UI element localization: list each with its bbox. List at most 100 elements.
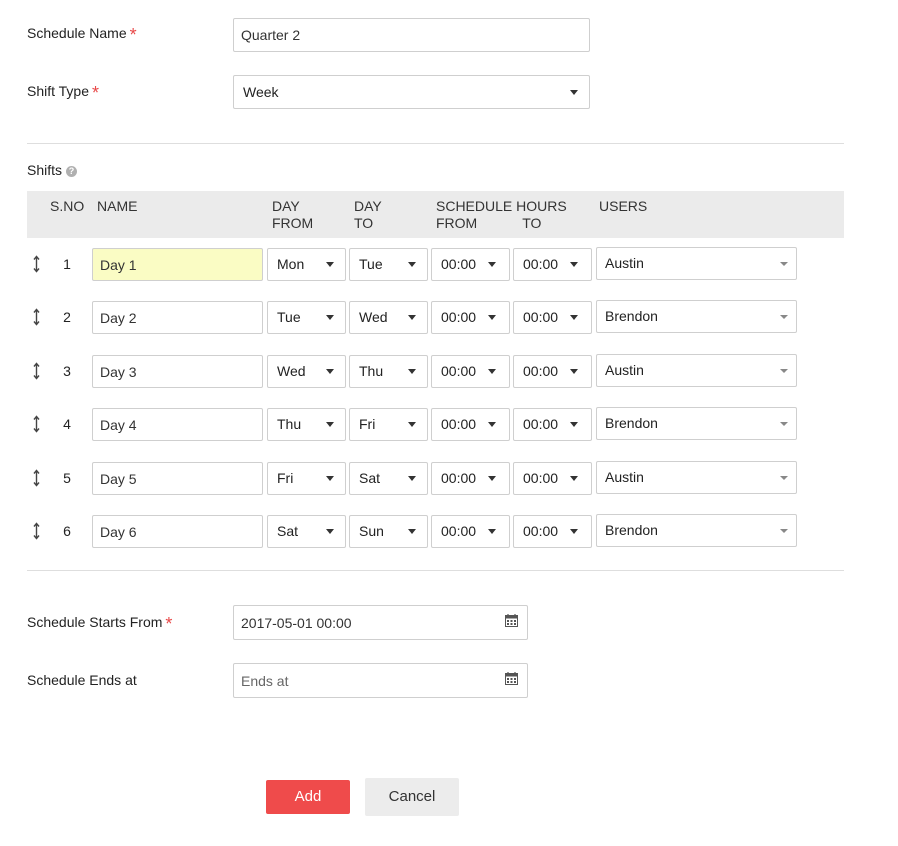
header-day-to: DAY TO xyxy=(354,198,382,232)
drag-handle-icon[interactable] xyxy=(32,469,41,487)
schedule-ends-label: Schedule Ends at xyxy=(27,672,137,688)
time-to-select[interactable]: 00:00 xyxy=(513,408,592,441)
day-to-value: Sun xyxy=(359,523,384,539)
schedule-starts-input[interactable] xyxy=(233,605,528,640)
divider xyxy=(27,570,844,571)
shift-name-input[interactable] xyxy=(92,355,263,388)
day-from-select[interactable]: Thu xyxy=(267,408,346,441)
drag-handle-icon[interactable] xyxy=(32,362,41,380)
day-to-value: Fri xyxy=(359,416,376,432)
chevron-down-icon xyxy=(488,529,496,534)
users-select[interactable]: Brendon xyxy=(596,514,797,547)
header-schedule-hours-line1: SCHEDULE HOURS xyxy=(436,198,567,214)
required-mark: * xyxy=(165,614,173,634)
schedule-name-input[interactable] xyxy=(233,18,590,52)
user-value: Austin xyxy=(605,255,644,271)
day-to-select[interactable]: Sat xyxy=(349,462,428,495)
chevron-down-icon xyxy=(780,476,788,480)
shift-name-input[interactable] xyxy=(92,515,263,548)
schedule-ends-input[interactable] xyxy=(233,663,528,698)
day-from-select[interactable]: Sat xyxy=(267,515,346,548)
chevron-down-icon xyxy=(408,529,416,534)
table-row: 6 Sat Sun 00:00 00:00 Brendon xyxy=(0,514,898,548)
users-select[interactable]: Austin xyxy=(596,354,797,387)
drag-handle-icon[interactable] xyxy=(32,522,41,540)
day-from-select[interactable]: Tue xyxy=(267,301,346,334)
table-row: 2 Tue Wed 00:00 00:00 Brendon xyxy=(0,300,898,334)
drag-handle-icon[interactable] xyxy=(32,255,41,273)
shifts-title-text: Shifts xyxy=(27,162,63,178)
chevron-down-icon xyxy=(326,529,334,534)
header-day-from: DAY FROM xyxy=(272,198,313,232)
time-from-select[interactable]: 00:00 xyxy=(431,462,510,495)
header-day-to-line1: DAY xyxy=(354,198,382,214)
header-schedule-hours: SCHEDULE HOURS FROM TO xyxy=(436,198,567,232)
table-row: 1 Mon Tue 00:00 00:00 Austin xyxy=(0,247,898,281)
header-name: NAME xyxy=(97,198,138,214)
cancel-button[interactable]: Cancel xyxy=(365,778,459,816)
day-from-value: Thu xyxy=(277,416,302,432)
time-from-value: 00:00 xyxy=(441,416,477,432)
day-from-select[interactable]: Mon xyxy=(267,248,346,281)
day-to-select[interactable]: Sun xyxy=(349,515,428,548)
shift-type-select[interactable]: Week xyxy=(233,75,590,109)
header-day-from-line1: DAY xyxy=(272,198,300,214)
time-to-select[interactable]: 00:00 xyxy=(513,515,592,548)
time-to-select[interactable]: 00:00 xyxy=(513,462,592,495)
add-button[interactable]: Add xyxy=(266,780,350,814)
chevron-down-icon xyxy=(488,262,496,267)
day-to-select[interactable]: Thu xyxy=(349,355,428,388)
day-from-select[interactable]: Fri xyxy=(267,462,346,495)
row-sno: 4 xyxy=(63,416,71,432)
shift-name-input[interactable] xyxy=(92,462,263,495)
time-from-select[interactable]: 00:00 xyxy=(431,355,510,388)
time-from-select[interactable]: 00:00 xyxy=(431,301,510,334)
shift-name-input[interactable] xyxy=(92,408,263,441)
shift-type-value: Week xyxy=(243,84,279,100)
time-to-select[interactable]: 00:00 xyxy=(513,248,592,281)
users-select[interactable]: Austin xyxy=(596,461,797,494)
chevron-down-icon xyxy=(570,529,578,534)
day-to-select[interactable]: Tue xyxy=(349,248,428,281)
day-to-select[interactable]: Wed xyxy=(349,301,428,334)
day-to-value: Wed xyxy=(359,309,388,325)
header-hours-to: TO xyxy=(522,215,542,231)
time-to-select[interactable]: 00:00 xyxy=(513,355,592,388)
time-from-select[interactable]: 00:00 xyxy=(431,248,510,281)
day-from-select[interactable]: Wed xyxy=(267,355,346,388)
day-from-value: Mon xyxy=(277,256,305,272)
schedule-starts-label-text: Schedule Starts From xyxy=(27,614,163,630)
calendar-icon[interactable] xyxy=(505,672,518,685)
users-select[interactable]: Brendon xyxy=(596,300,797,333)
day-from-value: Tue xyxy=(277,309,301,325)
calendar-icon[interactable] xyxy=(505,614,518,627)
day-to-value: Tue xyxy=(359,256,383,272)
time-from-select[interactable]: 00:00 xyxy=(431,408,510,441)
divider xyxy=(27,143,844,144)
chevron-down-icon xyxy=(488,476,496,481)
chevron-down-icon xyxy=(408,476,416,481)
time-from-select[interactable]: 00:00 xyxy=(431,515,510,548)
chevron-down-icon xyxy=(488,422,496,427)
shift-name-input[interactable] xyxy=(92,248,263,281)
chevron-down-icon xyxy=(780,422,788,426)
time-from-value: 00:00 xyxy=(441,470,477,486)
shift-name-input[interactable] xyxy=(92,301,263,334)
table-row: 5 Fri Sat 00:00 00:00 Austin xyxy=(0,461,898,495)
drag-handle-icon[interactable] xyxy=(32,308,41,326)
row-sno: 3 xyxy=(63,363,71,379)
chevron-down-icon xyxy=(326,422,334,427)
row-sno: 5 xyxy=(63,470,71,486)
header-day-to-line2: TO xyxy=(354,215,374,231)
chevron-down-icon xyxy=(408,315,416,320)
required-mark: * xyxy=(92,83,100,103)
help-icon[interactable]: ? xyxy=(66,166,78,177)
users-select[interactable]: Austin xyxy=(596,247,797,280)
day-to-select[interactable]: Fri xyxy=(349,408,428,441)
chevron-down-icon xyxy=(408,262,416,267)
chevron-down-icon xyxy=(570,369,578,374)
chevron-down-icon xyxy=(326,476,334,481)
drag-handle-icon[interactable] xyxy=(32,415,41,433)
time-to-select[interactable]: 00:00 xyxy=(513,301,592,334)
users-select[interactable]: Brendon xyxy=(596,407,797,440)
